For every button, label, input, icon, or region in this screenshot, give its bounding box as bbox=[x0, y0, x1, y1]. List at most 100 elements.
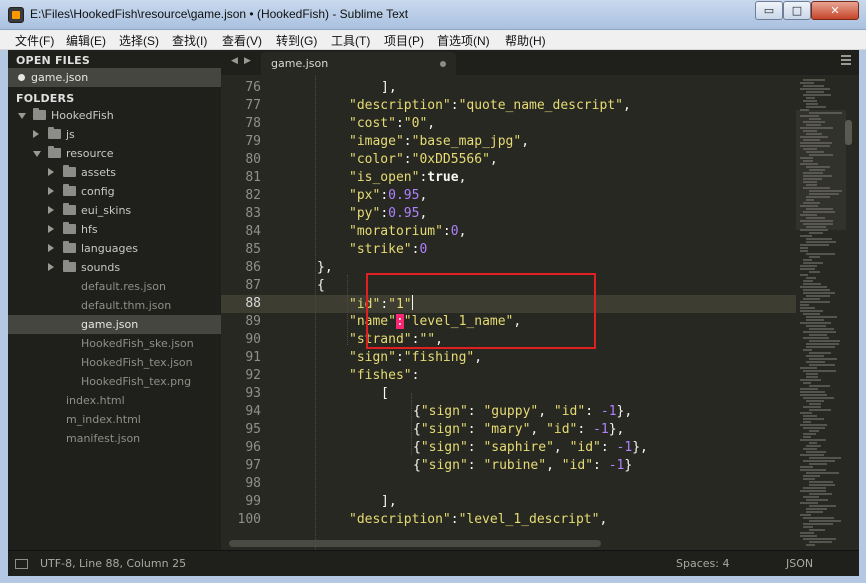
minimap-line bbox=[803, 487, 826, 489]
tree-folder[interactable]: resource bbox=[8, 144, 221, 163]
code-line[interactable]: "fishes": bbox=[349, 367, 419, 385]
tree-file[interactable]: default.thm.json bbox=[8, 296, 221, 315]
code-token: : bbox=[467, 404, 484, 419]
code-line[interactable]: "color":"0xDD5566", bbox=[349, 151, 498, 169]
tree-file[interactable]: HookedFish_tex.png bbox=[8, 372, 221, 391]
tab-menu-icon[interactable] bbox=[841, 55, 851, 67]
menu-item[interactable]: 查找(I) bbox=[172, 32, 207, 49]
code-line[interactable]: }, bbox=[317, 259, 333, 277]
tab-prev-icon[interactable]: ◀ bbox=[231, 56, 238, 66]
status-indentation[interactable]: Spaces: 4 bbox=[676, 557, 729, 570]
minimap[interactable] bbox=[796, 75, 846, 550]
code-line[interactable]: { bbox=[317, 277, 325, 295]
tree-item-label: config bbox=[81, 185, 115, 198]
close-button[interactable]: ✕ bbox=[811, 1, 859, 20]
code-line[interactable]: "sign":"fishing", bbox=[349, 349, 482, 367]
panel-toggle-icon[interactable] bbox=[15, 559, 28, 569]
code-line[interactable]: ], bbox=[381, 493, 397, 511]
open-file-item[interactable]: game.json bbox=[8, 68, 221, 87]
menu-item[interactable]: 帮助(H) bbox=[505, 32, 546, 49]
code-token: }, bbox=[317, 260, 333, 275]
code-line[interactable]: {"sign": "guppy", "id": -1}, bbox=[413, 403, 632, 421]
minimap-line bbox=[800, 466, 813, 468]
code-token: : bbox=[585, 404, 601, 419]
tree-folder[interactable]: assets bbox=[8, 163, 221, 182]
horizontal-scrollbar-thumb[interactable] bbox=[229, 540, 601, 547]
minimap-line bbox=[800, 136, 828, 138]
chevron-right-icon[interactable] bbox=[48, 244, 54, 252]
code-line[interactable]: "px":0.95, bbox=[349, 187, 427, 205]
menu-item[interactable]: 项目(P) bbox=[384, 32, 424, 49]
chevron-right-icon[interactable] bbox=[48, 225, 54, 233]
code-line[interactable]: "moratorium":0, bbox=[349, 223, 466, 241]
folder-icon bbox=[63, 184, 76, 196]
tree-file[interactable]: manifest.json bbox=[8, 429, 221, 448]
code-line[interactable]: "image":"base_map_jpg", bbox=[349, 133, 529, 151]
minimap-line bbox=[806, 166, 830, 168]
code-line[interactable]: "description":"level_1_descript", bbox=[349, 511, 607, 529]
menu-item[interactable]: 首选项(N) bbox=[437, 32, 490, 49]
menu-item[interactable]: 工具(T) bbox=[331, 32, 370, 49]
menu-item[interactable]: 选择(S) bbox=[119, 32, 159, 49]
tree-folder[interactable]: sounds bbox=[8, 258, 221, 277]
tree-file[interactable]: HookedFish_tex.json bbox=[8, 353, 221, 372]
line-number: 94 bbox=[245, 404, 261, 419]
chevron-down-icon[interactable] bbox=[33, 151, 41, 157]
chevron-right-icon[interactable] bbox=[48, 263, 54, 271]
unsaved-dot-icon[interactable] bbox=[440, 61, 446, 67]
code-line[interactable]: "cost":"0", bbox=[349, 115, 435, 133]
tree-folder[interactable]: HookedFish bbox=[8, 106, 221, 125]
maximize-button[interactable]: □ bbox=[783, 1, 811, 20]
tree-file[interactable]: index.html bbox=[8, 391, 221, 410]
minimap-line bbox=[806, 277, 816, 279]
code-token: : bbox=[450, 98, 459, 113]
tree-file[interactable]: m_index.html bbox=[8, 410, 221, 429]
chevron-right-icon[interactable] bbox=[48, 168, 54, 176]
code-token: : bbox=[380, 206, 389, 221]
chevron-right-icon[interactable] bbox=[48, 206, 54, 214]
tree-file[interactable]: default.res.json bbox=[8, 277, 221, 296]
code-line[interactable]: ], bbox=[381, 79, 397, 97]
horizontal-scrollbar[interactable] bbox=[221, 538, 841, 548]
menu-item[interactable]: 转到(G) bbox=[276, 32, 317, 49]
code-line[interactable]: "description":"quote_name_descript", bbox=[349, 97, 631, 115]
chevron-right-icon[interactable] bbox=[33, 130, 39, 138]
menu-item[interactable]: 查看(V) bbox=[222, 32, 262, 49]
code-token: "sign" bbox=[420, 422, 468, 437]
minimap-line bbox=[800, 439, 826, 441]
status-syntax[interactable]: JSON bbox=[786, 557, 813, 570]
chevron-down-icon[interactable] bbox=[18, 113, 26, 119]
tree-folder[interactable]: js bbox=[8, 125, 221, 144]
minimap-line bbox=[806, 376, 818, 378]
vertical-scrollbar-thumb[interactable] bbox=[845, 120, 852, 145]
menu-item[interactable]: 文件(F) bbox=[15, 32, 54, 49]
code-line[interactable]: {"sign": "saphire", "id": -1}, bbox=[413, 439, 648, 457]
minimap-line bbox=[809, 403, 821, 405]
code-token: 0 bbox=[450, 224, 459, 239]
minimap-line bbox=[809, 385, 830, 387]
tree-folder[interactable]: eui_skins bbox=[8, 201, 221, 220]
minimap-line bbox=[806, 124, 821, 126]
code-line[interactable]: {"sign": "rubine", "id": -1} bbox=[413, 457, 632, 475]
code-line[interactable]: "strike":0 bbox=[349, 241, 427, 259]
code-token: "description" bbox=[349, 98, 451, 113]
code-token: -1 bbox=[600, 404, 617, 419]
code-line[interactable]: "is_open":true, bbox=[349, 169, 466, 187]
tree-file[interactable]: HookedFish_ske.json bbox=[8, 334, 221, 353]
tab-game-json[interactable]: game.json bbox=[261, 52, 456, 75]
minimize-button[interactable]: ▭ bbox=[755, 1, 783, 20]
code-line[interactable]: {"sign": "mary", "id": -1}, bbox=[413, 421, 624, 439]
tree-file[interactable]: game.json bbox=[8, 315, 221, 334]
minimap-line bbox=[803, 523, 833, 525]
code-line[interactable]: [ bbox=[381, 385, 389, 403]
code-editor[interactable]: 76 77 78 79 80 81 82 83 84 85 86 87 88 89 90 91 92 93 94 95… bbox=[221, 75, 859, 550]
tree-folder[interactable]: config bbox=[8, 182, 221, 201]
minimap-line bbox=[809, 232, 823, 234]
tree-folder[interactable]: languages bbox=[8, 239, 221, 258]
code-token: "0" bbox=[403, 116, 428, 131]
menu-item[interactable]: 编辑(E) bbox=[66, 32, 106, 49]
code-line[interactable]: "py":0.95, bbox=[349, 205, 427, 223]
chevron-right-icon[interactable] bbox=[48, 187, 54, 195]
tree-folder[interactable]: hfs bbox=[8, 220, 221, 239]
tab-next-icon[interactable]: ▶ bbox=[244, 56, 251, 66]
